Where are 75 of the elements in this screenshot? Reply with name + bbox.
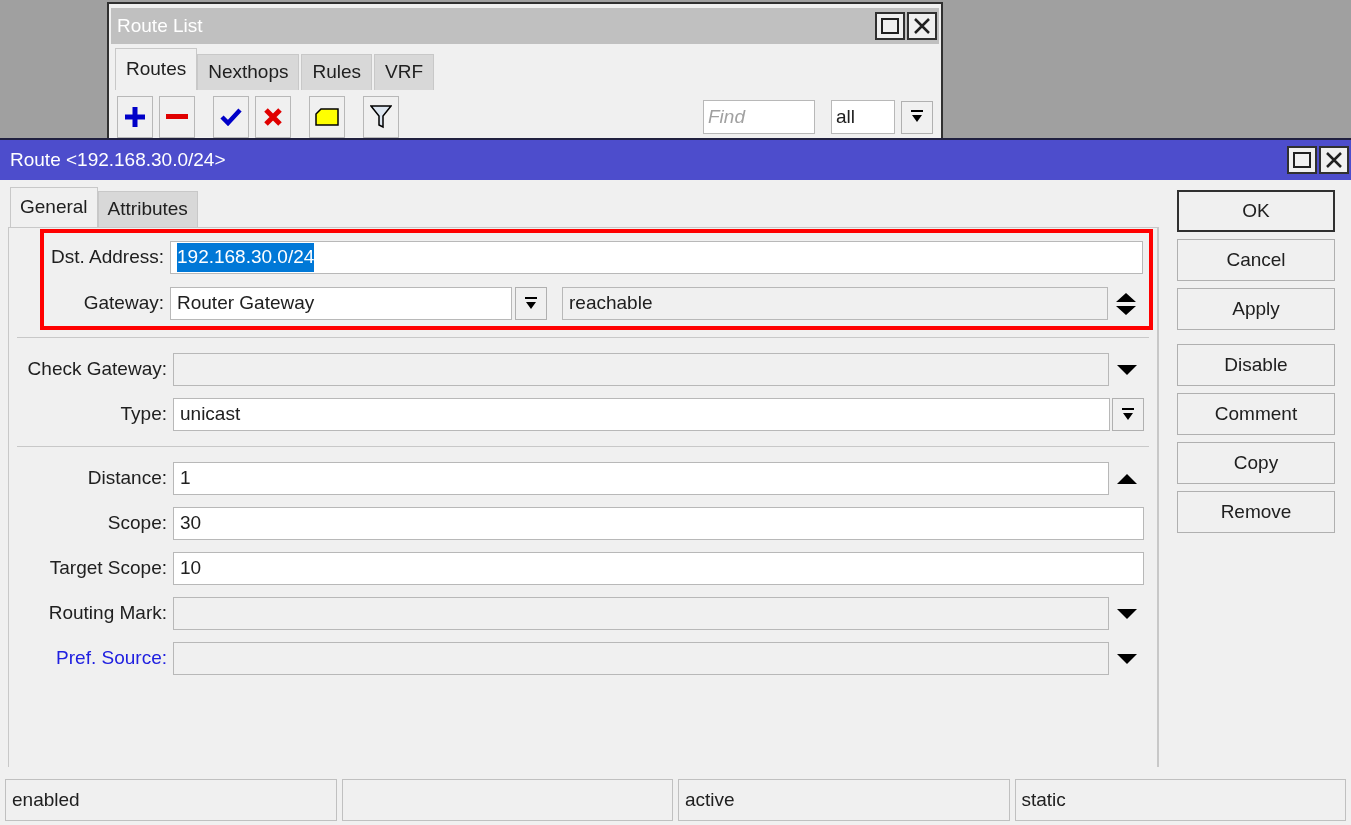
input-field[interactable]: 10	[173, 552, 1144, 585]
plus-icon	[124, 106, 146, 128]
input-field[interactable]: 30	[173, 507, 1144, 540]
dialog-button[interactable]: OK	[1177, 190, 1335, 232]
close-icon	[913, 17, 931, 35]
up-down-triangles-icon[interactable]	[1115, 292, 1136, 315]
status-text: static	[1021, 787, 1066, 812]
input-field[interactable]: Router Gateway	[170, 287, 512, 320]
note-icon	[315, 108, 339, 126]
down-triangle-icon[interactable]	[1116, 653, 1137, 664]
field-value: 1	[180, 466, 191, 491]
cross-icon	[264, 108, 282, 126]
window-title: Route List	[117, 13, 203, 38]
status-text: active	[685, 787, 735, 812]
field-value: Router Gateway	[177, 291, 315, 316]
field-label: Gateway:	[82, 291, 165, 316]
input-field[interactable]: 1	[173, 462, 1109, 495]
input-field[interactable]	[173, 642, 1109, 675]
field-value: 30	[180, 511, 202, 536]
input-field[interactable]: 192.168.30.0/24	[170, 241, 1143, 274]
check-icon	[220, 108, 242, 126]
field-label: Scope:	[106, 511, 168, 536]
toolbar-button[interactable]	[213, 96, 249, 138]
dropdown-button[interactable]	[1112, 398, 1144, 431]
selected-text: 192.168.30.0/24	[177, 243, 315, 272]
toolbar-button[interactable]	[117, 96, 153, 138]
down-to-bar-icon	[1122, 407, 1134, 422]
down-to-bar-icon	[525, 296, 537, 311]
input-field[interactable]: unicast	[173, 398, 1110, 431]
field-label: Pref. Source:	[55, 646, 168, 671]
field-label: Routing Mark:	[47, 601, 168, 626]
close-button[interactable]	[907, 12, 937, 40]
dialog-button[interactable]: Remove	[1177, 491, 1335, 533]
maximize-icon	[881, 18, 899, 34]
down-to-bar-icon	[911, 110, 923, 124]
window-title: Route <192.168.30.0/24>	[10, 147, 226, 172]
maximize-button[interactable]	[1287, 146, 1317, 174]
filter-icon	[370, 105, 392, 129]
field-value: unicast	[180, 402, 241, 427]
dialog-button[interactable]: Copy	[1177, 442, 1335, 484]
field-label: Target Scope:	[48, 556, 168, 581]
tab[interactable]: Routes	[115, 48, 198, 90]
field-value: 10	[180, 556, 202, 581]
field-label: Type:	[119, 402, 168, 427]
dialog-button[interactable]: Cancel	[1177, 239, 1335, 281]
dialog-button[interactable]: Disable	[1177, 344, 1335, 386]
select-value: all	[836, 104, 855, 129]
tab[interactable]: General	[10, 187, 98, 227]
up-triangle-icon[interactable]	[1116, 473, 1137, 484]
field-label: Distance:	[86, 466, 168, 491]
maximize-icon	[1293, 152, 1311, 168]
tab[interactable]: Rules	[301, 54, 373, 90]
maximize-button[interactable]	[875, 12, 905, 40]
minus-icon	[166, 114, 188, 120]
find-field[interactable]: Find	[703, 100, 815, 134]
field-label: Check Gateway:	[26, 357, 168, 382]
down-triangle-icon[interactable]	[1116, 608, 1137, 619]
close-icon	[1325, 151, 1343, 169]
filter-select[interactable]: all	[831, 100, 895, 134]
field-label: Dst. Address:	[50, 245, 165, 270]
status-value: reachable	[569, 291, 653, 316]
toolbar-button[interactable]	[363, 96, 399, 138]
close-button[interactable]	[1319, 146, 1349, 174]
dialog-button[interactable]: Apply	[1177, 288, 1335, 330]
status-text: enabled	[12, 787, 80, 812]
tab[interactable]: VRF	[374, 54, 435, 90]
input-field[interactable]	[173, 353, 1109, 386]
down-triangle-icon[interactable]	[1116, 364, 1137, 375]
input-field[interactable]	[173, 597, 1109, 630]
tab[interactable]: Attributes	[97, 191, 198, 227]
dropdown-button[interactable]	[515, 287, 547, 320]
toolbar-button[interactable]	[309, 96, 345, 138]
tab[interactable]: Nexthops	[197, 54, 300, 90]
dropdown-button[interactable]	[901, 100, 933, 134]
dialog-button[interactable]: Comment	[1177, 393, 1335, 435]
